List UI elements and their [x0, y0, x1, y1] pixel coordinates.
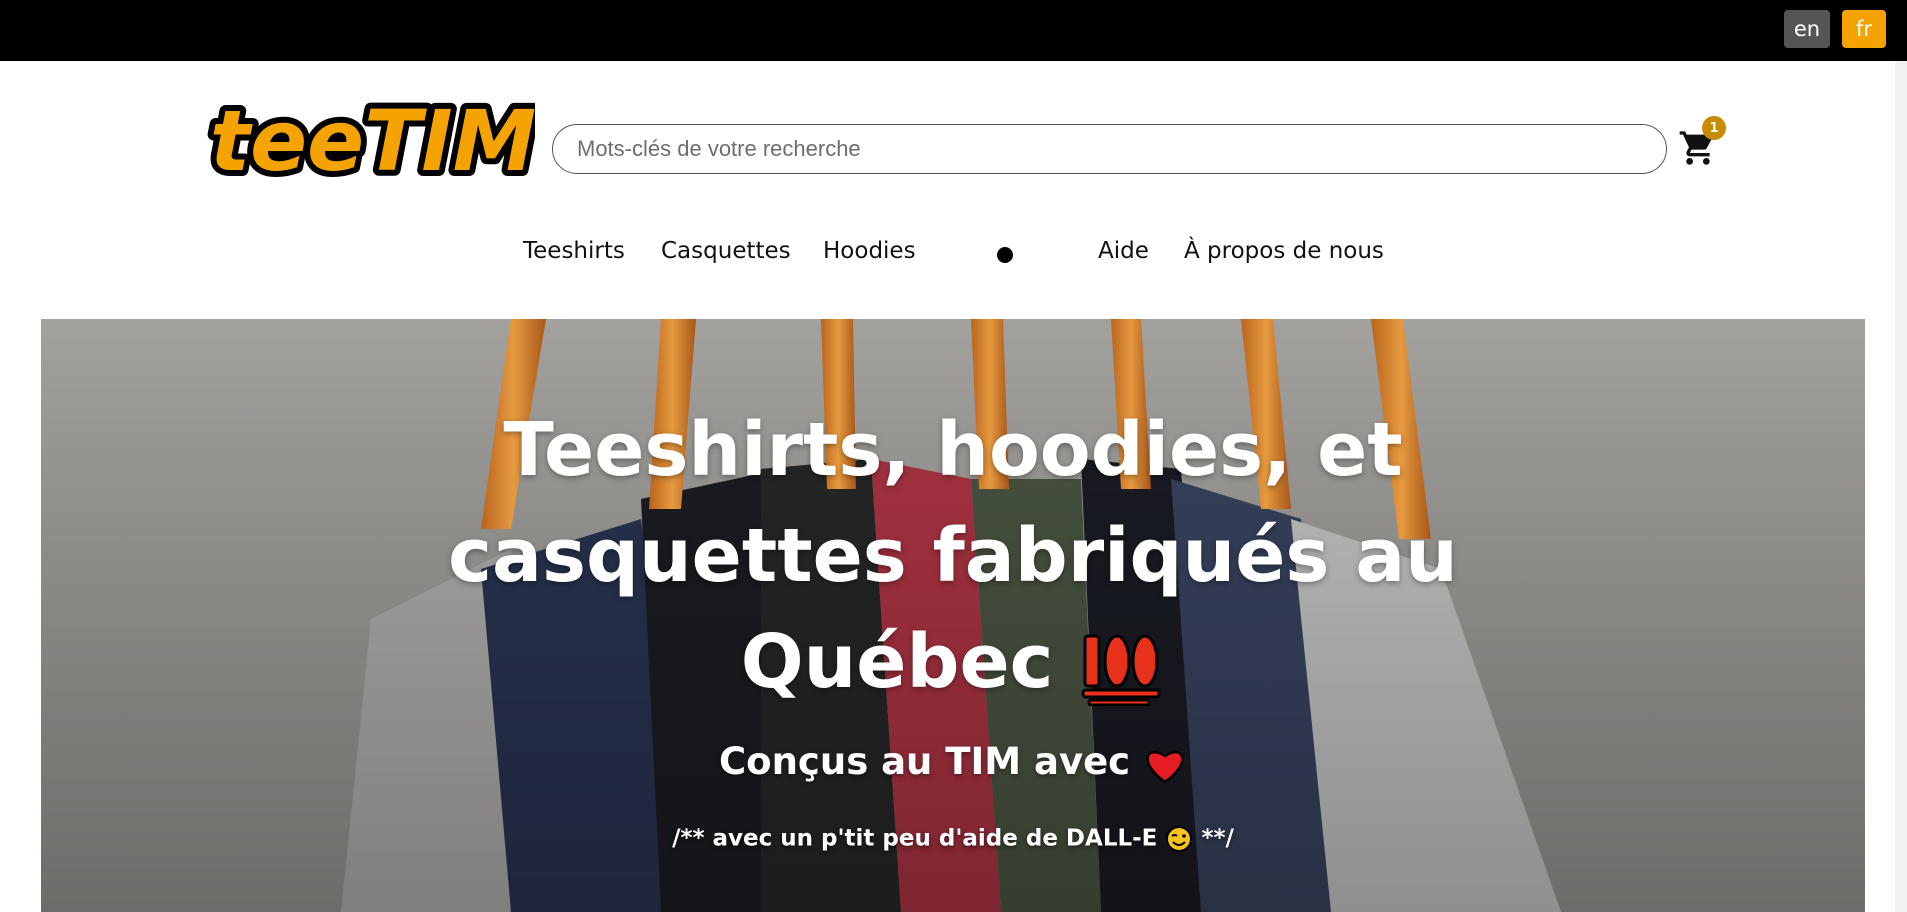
teetim-logo[interactable]: teeTIM	[200, 88, 535, 198]
search-input[interactable]	[552, 124, 1667, 174]
hero-title-line3: Québec	[740, 619, 1054, 705]
main-nav: Teeshirts Casquettes Hoodies Aide À prop…	[0, 238, 1907, 272]
hero-title-line1: Teeshirts, hoodies, et	[503, 407, 1403, 493]
logo-text: teeTIM	[210, 92, 535, 190]
language-fr-button[interactable]: fr	[1842, 10, 1886, 48]
nav-item-casquettes[interactable]: Casquettes	[661, 238, 791, 264]
nav-item-a-propos[interactable]: À propos de nous	[1184, 238, 1384, 264]
page-scrollbar[interactable]	[1895, 61, 1907, 912]
cart-count-badge: 1	[1702, 116, 1726, 140]
hero-title-line3-wrap: Québec	[41, 609, 1865, 715]
heart-icon	[1146, 750, 1184, 784]
language-en-button[interactable]: en	[1784, 10, 1830, 48]
language-bar: en fr	[0, 0, 1907, 61]
hero-note: /** avec un p'tit peu d'aide de DALL-E *…	[41, 825, 1865, 853]
nav-item-hoodies[interactable]: Hoodies	[823, 238, 916, 264]
wink-face-icon	[1166, 826, 1193, 852]
hero-note-suffix: **/	[1201, 825, 1234, 852]
nav-dot-icon	[997, 247, 1013, 263]
nav-item-aide[interactable]: Aide	[1098, 238, 1149, 264]
nav-item-teeshirts[interactable]: Teeshirts	[523, 238, 625, 264]
hundred-points-icon	[1081, 634, 1161, 707]
hero-title: Teeshirts, hoodies, et casquettes fabriq…	[41, 397, 1865, 715]
hero-banner: Teeshirts, hoodies, et casquettes fabriq…	[41, 319, 1865, 912]
hero-subtitle-text: Conçus au TIM avec	[719, 740, 1131, 783]
hero-subtitle: Conçus au TIM avec	[41, 740, 1865, 784]
hero-note-prefix: /** avec un p'tit peu d'aide de DALL-E	[672, 825, 1158, 852]
hero-title-line2: casquettes fabriqués au	[448, 513, 1458, 599]
